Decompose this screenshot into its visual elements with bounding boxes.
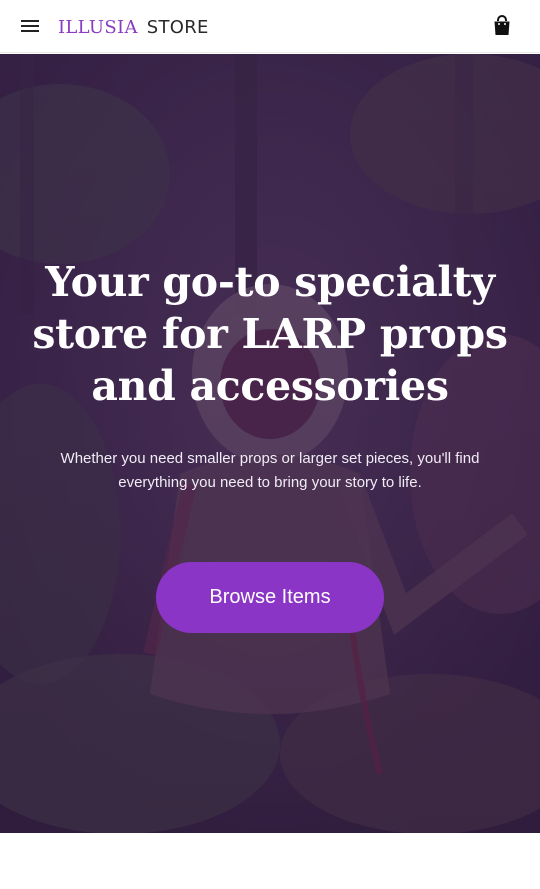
brand-name-primary: ILLUSIA: [58, 16, 138, 38]
hero-title: Your go-to specialty store for LARP prop…: [32, 258, 508, 410]
page-content-below: [0, 833, 540, 889]
browse-items-button[interactable]: Browse Items: [156, 562, 384, 633]
hero-overlay: [0, 54, 540, 833]
hero-banner: Your go-to specialty store for LARP prop…: [0, 54, 540, 833]
top-bar: ILLUSIA STORE: [0, 0, 540, 53]
shopping-bag-icon[interactable]: [490, 14, 514, 38]
hero-subtitle: Whether you need smaller props or larger…: [60, 450, 480, 491]
brand-name-secondary: STORE: [146, 16, 209, 38]
hamburger-menu-icon[interactable]: [14, 12, 46, 40]
brand-logo[interactable]: ILLUSIA STORE: [58, 14, 209, 40]
